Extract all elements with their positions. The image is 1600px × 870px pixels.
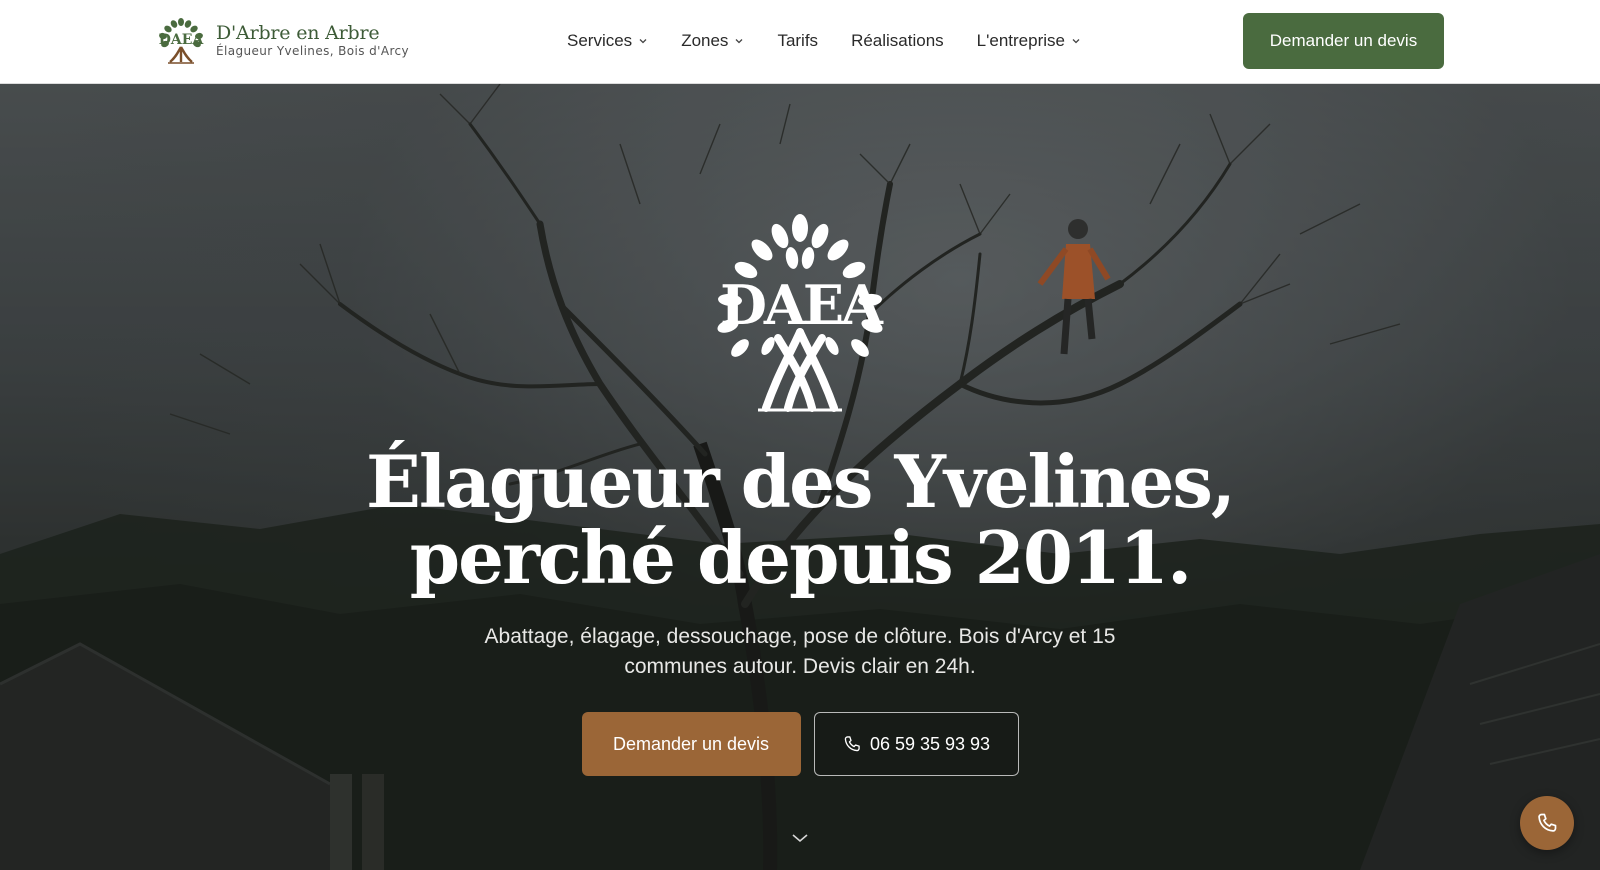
request-quote-button[interactable]: Demander un devis [1243,13,1444,69]
hero-title-line-1: Élagueur des Yvelines, [366,439,1236,524]
svg-text:DAEA: DAEA [159,32,205,48]
phone-number: 06 59 35 93 93 [869,733,991,754]
nav-item-label: Tarifs [777,31,819,50]
site-header: DAEA D'Arbre en Arbre Élagueur Yvelines,… [0,0,1600,84]
brand-text: D'Arbre en Arbre Élagueur Yvelines, Bois… [216,22,409,58]
hero-section: DAEA Élagueur des Yvelines, perché depui… [0,84,1600,870]
daea-tree-emblem-icon: DAEA [717,214,887,412]
nav-item-label: Réalisations [851,31,944,50]
hero-subtitle: Abattage, élagage, dessouchage, pose de … [484,625,1116,678]
chevron-down-icon [735,39,743,44]
brand-tagline: Élagueur Yvelines, Bois d'Arcy [216,44,410,58]
phone-icon [1538,813,1557,832]
daea-tree-logo-icon: DAEA [159,18,205,64]
chevron-down-icon [1072,39,1080,44]
brand-name: D'Arbre en Arbre [216,22,380,44]
hero-call-button[interactable]: 06 59 35 93 93 [813,712,1019,776]
nav-item-realisations[interactable]: Réalisations [851,31,944,51]
hero-title-line-2: perché depuis 2011. [409,515,1192,600]
nav-item-tarifs[interactable]: Tarifs [777,31,818,51]
chevron-down-icon[interactable] [791,832,809,844]
hero-cta-row: Demander un devis 06 59 35 93 93 [0,712,1600,776]
chevron-down-icon [639,39,647,44]
nav-item-entreprise[interactable]: L'entreprise [977,31,1081,51]
svg-text:DAEA: DAEA [720,273,884,337]
nav-item-zones[interactable]: Zones [681,31,744,51]
brand-home-link[interactable]: DAEA D'Arbre en Arbre Élagueur Yvelines,… [156,14,409,66]
phone-icon [844,736,860,752]
nav-item-label: L'entreprise [976,31,1065,50]
nav-item-label: Services [567,31,633,50]
hero-title: Élagueur des Yvelines, perché depuis 201… [0,444,1600,596]
main-nav: Services Zones Tarifs Réalisations L'ent… [567,0,1114,82]
nav-item-label: Zones [681,31,729,50]
floating-call-button[interactable] [1520,796,1574,850]
nav-item-services[interactable]: Services [567,31,648,51]
hero-request-quote-button[interactable]: Demander un devis [581,712,801,776]
